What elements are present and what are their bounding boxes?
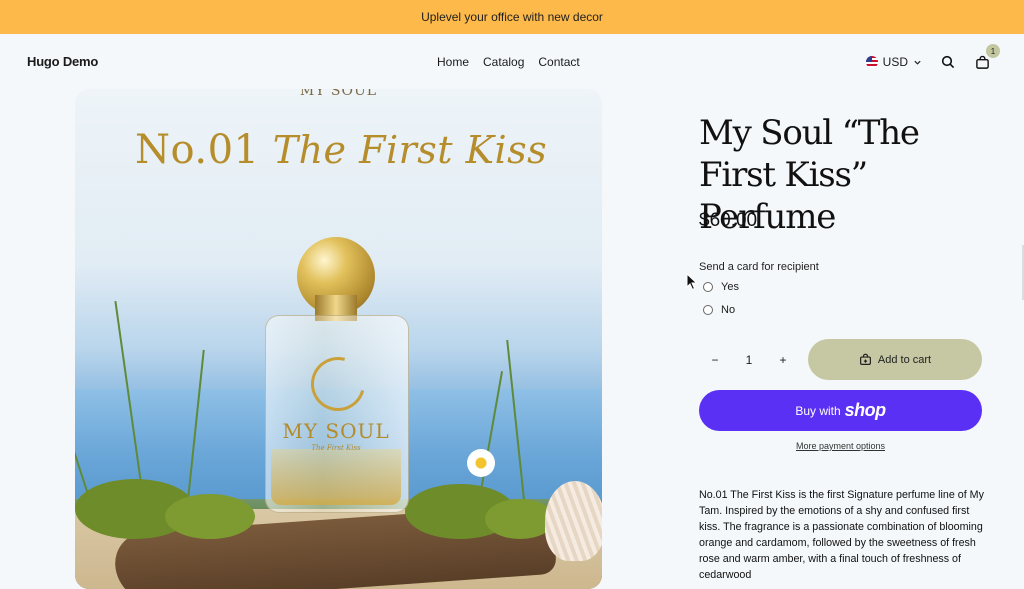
us-flag-icon (865, 56, 878, 68)
radio-option-yes[interactable]: Yes (703, 281, 739, 293)
search-icon (941, 55, 955, 69)
card-option-label: Send a card for recipient (699, 261, 819, 273)
radio-label-no: No (721, 304, 736, 316)
image-headline: No.01 The First Kiss (135, 127, 547, 173)
radio-label-yes: Yes (721, 281, 739, 293)
quantity-stepper: − 1 + (705, 348, 793, 372)
currency-selector[interactable]: USD (865, 55, 922, 69)
cart-add-icon (859, 353, 871, 365)
quantity-value[interactable]: 1 (739, 353, 759, 367)
store-logo[interactable]: Hugo Demo (27, 54, 98, 69)
search-button[interactable] (938, 52, 958, 72)
site-header: Hugo Demo Home Catalog Contact USD 1 (0, 34, 1024, 90)
nav-home[interactable]: Home (437, 55, 469, 69)
currency-label: USD (882, 55, 908, 69)
product-price: $60.00 (699, 210, 758, 231)
nav-catalog[interactable]: Catalog (483, 55, 524, 69)
product-description: No.01 The First Kiss is the first Signat… (699, 489, 984, 581)
decrease-quantity-button[interactable]: − (705, 353, 725, 367)
perfume-liquid (271, 449, 401, 505)
chevron-down-icon (914, 60, 921, 65)
more-payment-options-link[interactable]: More payment options (699, 441, 982, 451)
buy-with-shop-button[interactable]: Buy with shop (699, 390, 982, 431)
main-nav: Home Catalog Contact (437, 55, 580, 69)
nav-contact[interactable]: Contact (538, 55, 579, 69)
radio-button[interactable] (703, 305, 713, 315)
bottle-brand-text: MY SOUL (282, 419, 390, 443)
shopping-bag-icon (975, 55, 989, 69)
announcement-bar: Uplevel your office with new decor (0, 0, 1024, 34)
radio-option-no[interactable]: No (703, 304, 735, 316)
cart-count-badge: 1 (986, 44, 1000, 58)
mouse-cursor-icon (686, 273, 698, 291)
add-to-cart-label: Add to cart (877, 353, 932, 366)
bottle-sub-text: The First Kiss (311, 444, 361, 452)
add-to-cart-button[interactable]: Add to cart (808, 339, 982, 380)
announcement-text: Uplevel your office with new decor (421, 10, 603, 24)
daisy-flower (467, 449, 495, 477)
buy-with-label: Buy with (795, 403, 841, 418)
seashell (545, 481, 602, 561)
image-brand-text: MY SOUL (299, 89, 378, 99)
header-actions: USD 1 (865, 44, 1000, 75)
shop-logo: shop (844, 400, 887, 420)
image-headline-script: The First Kiss (272, 128, 548, 172)
product-image[interactable]: MY SOUL No.01 The First Kiss MY SOUL The… (75, 89, 602, 589)
increase-quantity-button[interactable]: + (773, 353, 793, 367)
image-headline-number: No.01 (135, 127, 260, 173)
radio-button[interactable] (703, 282, 713, 292)
cart-button[interactable]: 1 (972, 44, 1000, 72)
